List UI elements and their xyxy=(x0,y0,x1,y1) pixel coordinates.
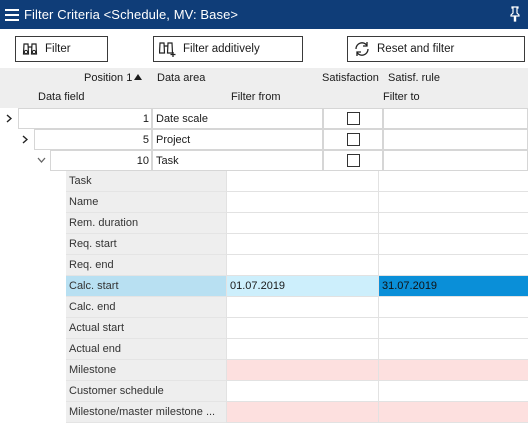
area-row[interactable]: 5 Project xyxy=(0,129,528,150)
filter-to-input[interactable] xyxy=(378,192,528,213)
area-position[interactable]: 1 xyxy=(18,108,152,129)
field-row[interactable]: Customer schedule xyxy=(66,381,528,402)
chevron-right-icon[interactable] xyxy=(21,134,29,144)
filter-to-input[interactable] xyxy=(378,402,528,423)
filter-from-input[interactable]: 01.07.2019 xyxy=(226,276,378,297)
filter-additively-button[interactable]: Filter additively xyxy=(153,36,303,62)
filter-from-input[interactable] xyxy=(226,318,378,339)
chevron-right-icon[interactable] xyxy=(5,113,13,123)
column-header: Position 1 Data area Satisfaction Satisf… xyxy=(0,68,528,108)
filter-to-input[interactable] xyxy=(378,297,528,318)
field-row[interactable]: Name xyxy=(66,192,528,213)
filter-to-input[interactable] xyxy=(378,234,528,255)
area-position[interactable]: 10 xyxy=(50,150,152,171)
filter-from-input[interactable] xyxy=(226,192,378,213)
header-data-field[interactable]: Data field xyxy=(38,91,84,103)
reset-and-filter-button[interactable]: Reset and filter xyxy=(347,36,525,62)
field-row[interactable]: Milestone/master milestone ... xyxy=(66,402,528,423)
filter-to-input[interactable] xyxy=(378,339,528,360)
sort-ascending-icon xyxy=(134,74,143,80)
filter-from-input[interactable] xyxy=(226,381,378,402)
area-row[interactable]: 1 Date scale xyxy=(0,108,528,129)
checkbox-unchecked[interactable] xyxy=(346,112,360,125)
field-row[interactable]: Milestone xyxy=(66,360,528,381)
area-position[interactable]: 5 xyxy=(34,129,152,150)
header-data-area[interactable]: Data area xyxy=(157,72,205,84)
area-name[interactable]: Date scale xyxy=(152,108,323,129)
field-label: Actual start xyxy=(66,318,226,339)
filter-from-input[interactable] xyxy=(226,213,378,234)
field-label: Name xyxy=(66,192,226,213)
area-row[interactable]: 10 Task xyxy=(0,150,528,171)
field-label: Calc. start xyxy=(66,276,226,297)
header-filter-to[interactable]: Filter to xyxy=(383,91,420,103)
header-satisf-rule[interactable]: Satisf. rule xyxy=(388,72,440,84)
area-name[interactable]: Task xyxy=(152,150,323,171)
header-position[interactable]: Position 1 xyxy=(84,72,143,84)
filter-label: Filter xyxy=(45,43,71,55)
filter-to-input[interactable] xyxy=(378,213,528,234)
pin-icon[interactable] xyxy=(508,6,522,22)
filter-button[interactable]: Filter xyxy=(15,36,108,62)
checkbox-unchecked[interactable] xyxy=(346,133,360,146)
field-label: Req. end xyxy=(66,255,226,276)
checkbox-unchecked[interactable] xyxy=(346,154,360,167)
field-row[interactable]: Req. start xyxy=(66,234,528,255)
window-title: Filter Criteria <Schedule, MV: Base> xyxy=(24,7,239,22)
filter-from-input[interactable] xyxy=(226,360,378,381)
field-label: Rem. duration xyxy=(66,213,226,234)
filter-additively-label: Filter additively xyxy=(183,43,260,55)
satisfaction-checkbox[interactable] xyxy=(323,129,383,150)
satisf-rule-cell[interactable] xyxy=(383,150,528,171)
header-satisfaction[interactable]: Satisfaction xyxy=(322,72,379,84)
field-row[interactable]: Req. end xyxy=(66,255,528,276)
field-label: Milestone/master milestone ... xyxy=(66,402,226,423)
satisfaction-checkbox[interactable] xyxy=(323,108,383,129)
field-row[interactable]: Calc. end xyxy=(66,297,528,318)
filter-to-input[interactable] xyxy=(378,381,528,402)
field-label: Actual end xyxy=(66,339,226,360)
field-row[interactable]: Rem. duration xyxy=(66,213,528,234)
field-label: Task xyxy=(66,171,226,192)
filter-from-input[interactable] xyxy=(226,402,378,423)
satisfaction-checkbox[interactable] xyxy=(323,150,383,171)
chevron-down-icon[interactable] xyxy=(36,155,46,165)
filter-to-input[interactable]: 31.07.2019 xyxy=(378,276,528,297)
field-row-selected[interactable]: Calc. start 01.07.2019 31.07.2019 xyxy=(66,276,528,297)
title-bar: Filter Criteria <Schedule, MV: Base> xyxy=(0,0,528,29)
satisf-rule-cell[interactable] xyxy=(383,108,528,129)
filter-from-input[interactable] xyxy=(226,339,378,360)
binoculars-plus-icon xyxy=(159,41,177,57)
field-label: Req. start xyxy=(66,234,226,255)
reset-and-filter-label: Reset and filter xyxy=(377,43,455,55)
filter-from-input[interactable] xyxy=(226,234,378,255)
filter-to-input[interactable] xyxy=(378,360,528,381)
filter-to-input[interactable] xyxy=(378,171,528,192)
filter-from-input[interactable] xyxy=(226,255,378,276)
hamburger-icon[interactable] xyxy=(0,0,24,29)
field-row[interactable]: Actual start xyxy=(66,318,528,339)
filter-to-input[interactable] xyxy=(378,255,528,276)
binoculars-icon xyxy=(21,41,39,57)
refresh-icon xyxy=(353,41,371,57)
field-label: Milestone xyxy=(66,360,226,381)
toolbar: Filter Filter additively Reset and filte… xyxy=(0,29,528,68)
filter-from-input[interactable] xyxy=(226,171,378,192)
filter-grid: 1 Date scale 5 Project 10 Task Task Name… xyxy=(0,108,528,424)
field-row[interactable]: Actual end xyxy=(66,339,528,360)
field-label: Calc. end xyxy=(66,297,226,318)
filter-from-input[interactable] xyxy=(226,297,378,318)
satisf-rule-cell[interactable] xyxy=(383,129,528,150)
field-row[interactable]: Task xyxy=(66,171,528,192)
filter-to-input[interactable] xyxy=(378,318,528,339)
field-label: Customer schedule xyxy=(66,381,226,402)
area-name[interactable]: Project xyxy=(152,129,323,150)
header-filter-from[interactable]: Filter from xyxy=(231,91,281,103)
